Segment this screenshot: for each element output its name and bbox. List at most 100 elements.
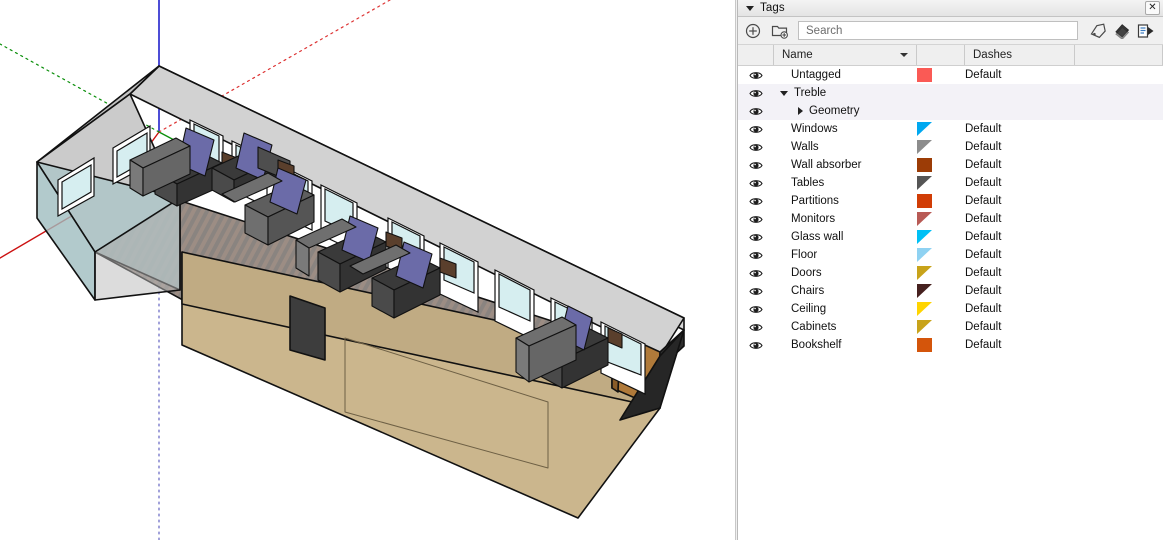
- table-row[interactable]: Floor Default: [738, 246, 1163, 264]
- table-row[interactable]: Monitors Default: [738, 210, 1163, 228]
- tag-name-cell[interactable]: Walls: [774, 141, 917, 153]
- visibility-eye-icon[interactable]: [738, 268, 774, 279]
- tag-color-cell[interactable]: [917, 320, 965, 334]
- chevron-down-icon[interactable]: [900, 53, 908, 57]
- model-canvas[interactable]: [0, 0, 735, 540]
- table-row[interactable]: Tables Default: [738, 174, 1163, 192]
- tags-panel-titlebar[interactable]: Tags ✕: [738, 0, 1163, 17]
- details-arrow-icon[interactable]: [1135, 20, 1157, 42]
- triangle-down-icon[interactable]: [780, 90, 788, 96]
- 3d-model-viewport[interactable]: [0, 0, 735, 540]
- tag-color-cell[interactable]: [917, 122, 965, 136]
- tag-color-cell[interactable]: [917, 338, 965, 352]
- tag-name-cell[interactable]: Windows: [774, 123, 917, 135]
- column-dashes[interactable]: Dashes: [965, 45, 1075, 65]
- table-row[interactable]: Doors Default: [738, 264, 1163, 282]
- tag-name-label: Treble: [794, 87, 827, 99]
- visibility-eye-icon[interactable]: [738, 232, 774, 243]
- tag-color-cell[interactable]: [917, 212, 965, 226]
- column-visibility[interactable]: [738, 45, 774, 65]
- table-row[interactable]: Ceiling Default: [738, 300, 1163, 318]
- tag-dashes-cell[interactable]: Default: [965, 267, 1075, 279]
- table-row[interactable]: Cabinets Default: [738, 318, 1163, 336]
- visibility-eye-icon[interactable]: [738, 142, 774, 153]
- tag-dashes-cell[interactable]: Default: [965, 141, 1075, 153]
- visibility-eye-icon[interactable]: [738, 196, 774, 207]
- visibility-eye-icon[interactable]: [738, 340, 774, 351]
- visibility-eye-icon[interactable]: [738, 322, 774, 333]
- tag-name-label: Windows: [791, 123, 838, 135]
- tag-name-cell[interactable]: Ceiling: [774, 303, 917, 315]
- tag-color-cell[interactable]: [917, 158, 965, 172]
- column-color[interactable]: [917, 45, 965, 65]
- tag-name-cell[interactable]: Chairs: [774, 285, 917, 297]
- tag-dashes-cell[interactable]: Default: [965, 303, 1075, 315]
- tag-color-cell[interactable]: [917, 266, 965, 280]
- tag-dashes-cell[interactable]: Default: [965, 249, 1075, 261]
- table-row[interactable]: Bookshelf Default: [738, 336, 1163, 354]
- visibility-eye-icon[interactable]: [738, 178, 774, 189]
- visibility-eye-icon[interactable]: [738, 286, 774, 297]
- tag-dashes-cell[interactable]: Default: [965, 69, 1075, 81]
- tag-dashes-cell[interactable]: Default: [965, 321, 1075, 333]
- tag-color-cell[interactable]: [917, 230, 965, 244]
- tag-dashes-cell[interactable]: Default: [965, 285, 1075, 297]
- tag-color-cell[interactable]: [917, 248, 965, 262]
- tag-dashes-cell[interactable]: Default: [965, 159, 1075, 171]
- visibility-eye-icon[interactable]: [738, 160, 774, 171]
- tag-name-cell[interactable]: Floor: [774, 249, 917, 261]
- table-row[interactable]: Partitions Default: [738, 192, 1163, 210]
- visibility-eye-icon[interactable]: [738, 250, 774, 261]
- tag-name-cell[interactable]: Doors: [774, 267, 917, 279]
- tag-dashes-cell[interactable]: Default: [965, 195, 1075, 207]
- tag-color-cell[interactable]: [917, 302, 965, 316]
- visibility-eye-icon[interactable]: [738, 106, 774, 117]
- triangle-right-icon[interactable]: [798, 107, 803, 115]
- add-tag-folder-icon[interactable]: [769, 20, 791, 42]
- table-row[interactable]: Chairs Default: [738, 282, 1163, 300]
- tag-stack-icon[interactable]: [1111, 20, 1133, 42]
- tag-name-cell[interactable]: Partitions: [774, 195, 917, 207]
- tag-name-cell[interactable]: Wall absorber: [774, 159, 917, 171]
- tag-name-cell[interactable]: Cabinets: [774, 321, 917, 333]
- tag-dashes-cell[interactable]: Default: [965, 231, 1075, 243]
- tag-name-cell[interactable]: Tables: [774, 177, 917, 189]
- tag-color-cell[interactable]: [917, 140, 965, 154]
- search-box[interactable]: [798, 21, 1078, 40]
- close-icon[interactable]: ✕: [1145, 1, 1160, 15]
- search-input[interactable]: [804, 23, 1072, 38]
- visibility-eye-icon[interactable]: [738, 124, 774, 135]
- table-row[interactable]: Treble: [738, 84, 1163, 102]
- table-row[interactable]: Geometry: [738, 102, 1163, 120]
- tag-color-cell[interactable]: [917, 176, 965, 190]
- table-row[interactable]: Wall absorber Default: [738, 156, 1163, 174]
- visibility-eye-icon[interactable]: [738, 88, 774, 99]
- triangle-down-icon[interactable]: [746, 5, 754, 11]
- tag-dashes-cell[interactable]: Default: [965, 213, 1075, 225]
- tag-dashes-cell[interactable]: Default: [965, 123, 1075, 135]
- table-row[interactable]: Untagged Default: [738, 66, 1163, 84]
- tag-color-cell[interactable]: [917, 68, 965, 82]
- tag-name-cell[interactable]: Glass wall: [774, 231, 917, 243]
- tag-name-cell[interactable]: Monitors: [774, 213, 917, 225]
- tags-list[interactable]: Untagged Default Treble Geometry Windows Defa…: [738, 66, 1163, 354]
- tag-color-swatch: [917, 194, 932, 208]
- tag-color-cell[interactable]: [917, 194, 965, 208]
- add-tag-icon[interactable]: [742, 20, 764, 42]
- tag-dashes-cell[interactable]: Default: [965, 177, 1075, 189]
- column-extra[interactable]: [1075, 45, 1163, 65]
- tag-name-cell[interactable]: Bookshelf: [774, 339, 917, 351]
- column-name[interactable]: Name: [774, 45, 917, 65]
- table-row[interactable]: Glass wall Default: [738, 228, 1163, 246]
- tag-name-cell[interactable]: Untagged: [774, 69, 917, 81]
- tag-pencil-icon[interactable]: [1087, 20, 1109, 42]
- tag-dashes-cell[interactable]: Default: [965, 339, 1075, 351]
- tag-color-cell[interactable]: [917, 284, 965, 298]
- tag-name-cell[interactable]: Geometry: [774, 105, 917, 117]
- table-row[interactable]: Windows Default: [738, 120, 1163, 138]
- tag-name-cell[interactable]: Treble: [774, 87, 917, 99]
- visibility-eye-icon[interactable]: [738, 304, 774, 315]
- table-row[interactable]: Walls Default: [738, 138, 1163, 156]
- visibility-eye-icon[interactable]: [738, 214, 774, 225]
- visibility-eye-icon[interactable]: [738, 70, 774, 81]
